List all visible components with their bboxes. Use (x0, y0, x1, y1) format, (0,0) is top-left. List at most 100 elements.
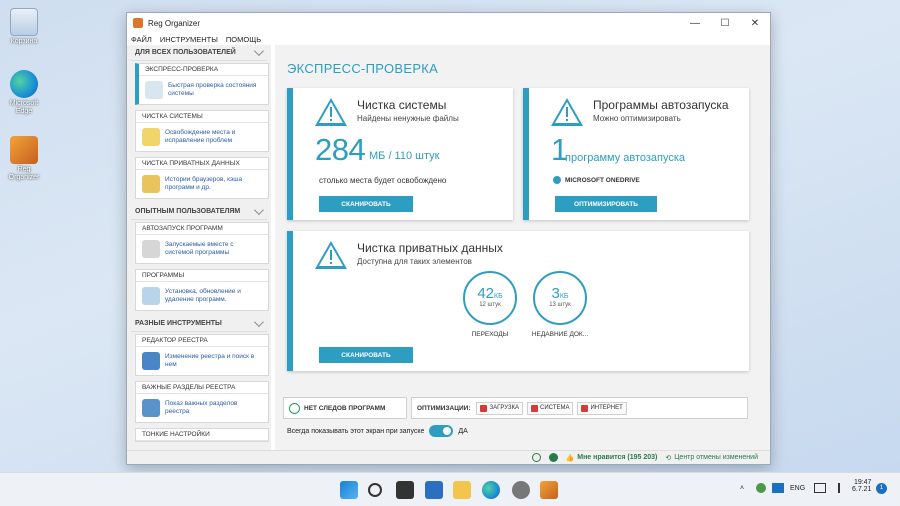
sidebar-item-registry-keys[interactable]: ВАЖНЫЕ РАЗДЕЛЫ РЕЕСТРА Показ важных разд… (135, 381, 269, 423)
sidebar-item-text: Изменение реестра и поиск в нем (165, 353, 255, 368)
ring-unit: КБ (559, 293, 569, 300)
clock-date: 6.7.21 (852, 486, 872, 493)
menu-file[interactable]: ФАЙЛ (131, 35, 152, 44)
onedrive-icon[interactable] (772, 483, 784, 493)
junk-note: столько места будет освобождено (319, 176, 447, 185)
edge-shortcut[interactable]: Microsoft Edge (4, 70, 44, 116)
settings-icon[interactable] (512, 481, 530, 499)
theme-icon[interactable] (531, 453, 541, 462)
menu-help[interactable]: ПОМОЩЬ (226, 35, 261, 44)
reg-organizer-shortcut[interactable]: Reg Organizer (4, 136, 44, 182)
reg-organizer-taskbar-icon[interactable] (540, 481, 558, 499)
ring-recent-docs: 3КБ 13 штук (533, 271, 587, 325)
chevron-down-icon (253, 46, 264, 57)
section-advanced[interactable]: ОПЫТНЫМ ПОЛЬЗОВАТЕЛЯМ (131, 204, 267, 220)
chevron-down-icon (253, 205, 264, 216)
ring-label: НЕДАВНИЕ ДОК... (531, 331, 589, 338)
notification-badge[interactable]: 1 (876, 483, 887, 494)
card-subtitle: Доступна для таких элементов (357, 257, 472, 266)
warning-red-icon (531, 404, 539, 412)
app-icon (133, 18, 143, 28)
task-view-icon[interactable] (396, 481, 414, 499)
menu-tools[interactable]: ИНСТРУМЕНТЫ (160, 35, 218, 44)
privacy-broom-icon (142, 175, 160, 193)
sidebar-item-head: ЧИСТКА ПРИВАТНЫХ ДАННЫХ (136, 158, 268, 170)
gear-icon (553, 176, 561, 184)
taskbar: ˄ ENG 19:47 6.7.21 1 (0, 472, 900, 506)
language-indicator[interactable]: ENG (790, 485, 805, 492)
recycle-bin-label: Корзина (10, 38, 38, 45)
ring-history: 42КБ 12 штук (463, 271, 517, 325)
sidebar-item-text: Запускаемые вместе с системой программы (165, 241, 234, 256)
sidebar-item-private-clean[interactable]: ЧИСТКА ПРИВАТНЫХ ДАННЫХ Истории браузеро… (135, 157, 269, 199)
edge-icon[interactable] (482, 481, 500, 499)
warning-red-icon (581, 404, 589, 412)
volume-icon[interactable] (830, 483, 840, 493)
warning-icon (315, 98, 347, 126)
main-panel: ЭКСПРЕСС-ПРОВЕРКА Чистка системы Найдены… (275, 45, 770, 454)
autorun-item: MICROSOFT ONEDRIVE (553, 176, 640, 184)
maximize-button[interactable]: ☐ (710, 13, 740, 33)
monitor-icon[interactable] (814, 483, 826, 493)
start-icon[interactable] (340, 481, 358, 499)
optim-tag-boot[interactable]: ЗАГРУЗКА (476, 401, 524, 415)
undo-center-label: Центр отмены изменений (674, 453, 758, 461)
toggle-state-label: ДА (458, 427, 468, 435)
undo-icon: ⟲ (665, 454, 672, 462)
card-subtitle: Найдены ненужные файлы (357, 114, 459, 123)
section-all-users[interactable]: ДЛЯ ВСЕХ ПОЛЬЗОВАТЕЛЕЙ (131, 45, 267, 61)
section-misc-tools[interactable]: РАЗНЫЕ ИНСТРУМЕНТЫ (131, 316, 267, 332)
warning-icon (551, 98, 583, 126)
scan-private-button[interactable]: СКАНИРОВАТЬ (319, 347, 413, 363)
sidebar-item-tweaks[interactable]: ТОНКИЕ НАСТРОЙКИ (135, 428, 269, 442)
card-private-data: Чистка приватных данных Доступна для так… (287, 231, 749, 371)
card-stripe (523, 88, 529, 220)
registry-star-icon (142, 399, 160, 417)
clock[interactable]: 19:47 6.7.21 (852, 479, 871, 493)
check-circle-icon (289, 402, 300, 414)
sidebar: ДЛЯ ВСЕХ ПОЛЬЗОВАТЕЛЕЙ ЭКСПРЕСС-ПРОВЕРКА… (127, 45, 271, 454)
optim-tag-system[interactable]: СИСТЕМА (527, 401, 574, 415)
scan-system-button[interactable]: СКАНИРОВАТЬ (319, 196, 413, 212)
chevron-up-icon[interactable]: ˄ (740, 485, 744, 492)
sidebar-item-head: ЧИСТКА СИСТЕМЫ (136, 111, 268, 123)
warning-red-icon (480, 404, 488, 412)
show-on-start-toggle[interactable] (429, 425, 454, 437)
like-button[interactable]: 👍 Мне нравится (195 203) (566, 454, 658, 462)
broom-icon (142, 128, 160, 146)
sidebar-item-express[interactable]: ЭКСПРЕСС-ПРОВЕРКА Быстрая проверка состо… (135, 63, 269, 105)
magnifier-check-icon (145, 81, 163, 99)
title-bar[interactable]: Reg Organizer — ☐ ✕ (127, 13, 770, 33)
card-system-clean: Чистка системы Найдены ненужные файлы 28… (287, 88, 513, 220)
recycle-bin-shortcut[interactable]: Корзина (4, 8, 44, 46)
status-bar: 👍 Мне нравится (195 203) ⟲ Центр отмены из… (127, 450, 770, 464)
optim-tag-internet[interactable]: ИНТЕРНЕТ (577, 401, 627, 415)
search-icon[interactable] (368, 483, 382, 497)
ring-value: 3 (551, 285, 560, 302)
explorer-icon[interactable] (453, 481, 471, 499)
section-all-users-label: ДЛЯ ВСЕХ ПОЛЬЗОВАТЕЛЕЙ (135, 49, 236, 56)
show-on-start-label: Всегда показывать этот экран при запуске (287, 427, 425, 435)
sidebar-item-text: Установка, обновление и удаление програм… (165, 288, 241, 303)
sidebar-item-text: Быстрая проверка состояния системы (168, 82, 257, 97)
widgets-icon[interactable] (425, 481, 443, 499)
edge-icon (10, 70, 38, 98)
undo-center-link[interactable]: ⟲ Центр отмены изменений (665, 454, 758, 462)
optim-tag-label: ЗАГРУЗКА (489, 405, 520, 411)
sidebar-item-programs[interactable]: ПРОГРАММЫ Установка, обновление и удален… (135, 269, 269, 311)
no-traces-button[interactable]: НЕТ СЛЕДОВ ПРОГРАММ (283, 397, 407, 419)
tray-app-icon[interactable] (756, 483, 766, 493)
sidebar-item-registry-editor[interactable]: РЕДАКТОР РЕЕСТРА Изменение реестра и пои… (135, 334, 269, 376)
sidebar-item-autorun[interactable]: АВТОЗАПУСК ПРОГРАММ Запускаемые вместе с… (135, 222, 269, 264)
ring-unit: КБ (494, 293, 503, 300)
minimize-button[interactable]: — (680, 13, 710, 33)
sidebar-item-system-clean[interactable]: ЧИСТКА СИСТЕМЫ Освобождение места и испр… (135, 110, 269, 152)
update-icon[interactable] (548, 453, 558, 462)
close-button[interactable]: ✕ (740, 13, 770, 33)
optimize-autorun-button[interactable]: ОПТИМИЗИРОВАТЬ (555, 196, 657, 212)
junk-size-value: 284 (315, 132, 366, 167)
sidebar-item-head: ПРОГРАММЫ (136, 270, 268, 282)
sidebar-item-text: Освобождение места и исправление проблем (165, 129, 236, 144)
edge-label: Microsoft Edge (9, 100, 39, 115)
sidebar-item-head: ЭКСПРЕСС-ПРОВЕРКА (139, 64, 268, 76)
